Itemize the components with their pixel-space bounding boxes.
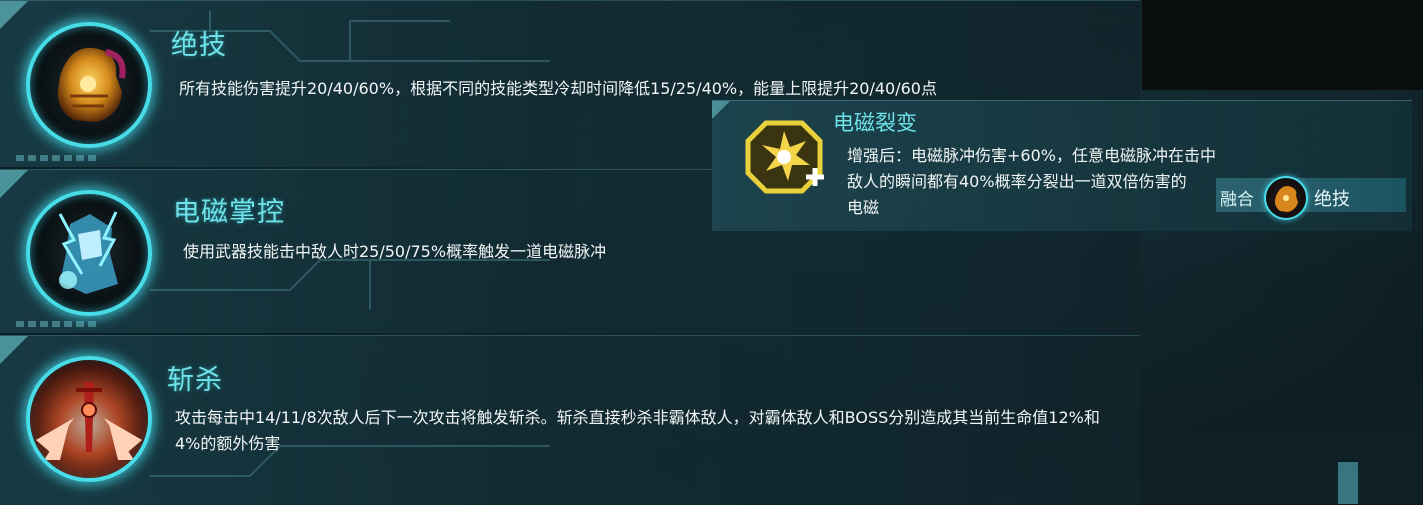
scrollbar-handle[interactable] (1338, 462, 1358, 504)
fusion-skill-name: 绝技 (1314, 189, 1350, 210)
tooltip-corner-decor (712, 101, 730, 119)
tooltip-description-line: 增强后：电磁脉冲伤害+60%，任意电磁脉冲在击中 (847, 146, 1216, 165)
skill-title: 斩杀 (167, 365, 223, 396)
card-dots-decor (16, 155, 96, 161)
skill-title: 电磁掌控 (173, 197, 285, 228)
card-corner-decor (0, 1, 28, 29)
fusion-label: 融合 (1220, 190, 1254, 210)
card-corner-decor (0, 170, 28, 198)
electric-warrior-icon (26, 190, 152, 316)
tooltip-title: 电磁裂变 (833, 111, 917, 135)
flaming-sword-icon (26, 356, 152, 482)
golden-gauntlet-icon (1264, 176, 1308, 220)
skill-description-line: 4%的额外伤害 (175, 434, 281, 453)
skill-description-line: 攻击每击中14/11/8次敌人后下一次攻击将触发斩杀。斩杀直接秒杀非霸体敌人，对… (175, 408, 1100, 427)
electric-burst-plus-icon (742, 115, 826, 199)
dark-corner-panel (1142, 0, 1423, 90)
skill-description: 攻击每击中14/11/8次敌人后下一次攻击将触发斩杀。斩杀直接秒杀非霸体敌人，对… (175, 405, 1140, 457)
card-corner-decor (0, 336, 28, 364)
skill-description: 所有技能伤害提升20/40/60%，根据不同的技能类型冷却时间降低15/25/4… (179, 79, 937, 98)
skill-card-execute[interactable]: 斩杀 攻击每击中14/11/8次敌人后下一次攻击将触发斩杀。斩杀直接秒杀非霸体敌… (0, 335, 1140, 505)
golden-gauntlet-icon (26, 22, 152, 148)
card-dots-decor (16, 321, 96, 327)
skill-title: 绝技 (171, 30, 227, 61)
skill-description: 使用武器技能击中敌人时25/50/75%概率触发一道电磁脉冲 (183, 242, 607, 261)
